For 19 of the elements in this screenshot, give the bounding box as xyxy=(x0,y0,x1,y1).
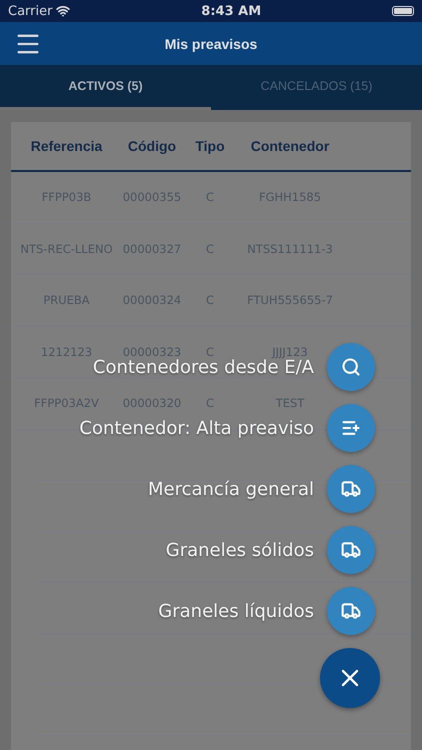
action-label[interactable]: Graneles sólidos xyxy=(166,540,314,560)
battery-icon xyxy=(392,6,414,16)
screen-title: Mis preavisos xyxy=(164,36,258,52)
action-label[interactable]: Mercancía general xyxy=(148,478,314,500)
column-header: Código xyxy=(126,138,178,154)
column-header: Referencia xyxy=(30,138,104,154)
action-label[interactable]: Contenedores desde E/A xyxy=(92,356,314,378)
action-label[interactable]: Contenedor: Alta preaviso xyxy=(79,418,314,438)
column-header: Tipo xyxy=(194,138,226,154)
action-label[interactable]: Graneles líquidos xyxy=(158,600,314,622)
truck-icon xyxy=(341,601,361,621)
search-icon xyxy=(341,357,361,377)
carrier-label: Carrier xyxy=(8,4,52,18)
truck-icon xyxy=(341,479,361,499)
column-header: Contenedor xyxy=(250,138,330,154)
truck-icon xyxy=(341,540,361,560)
list-add-icon xyxy=(341,418,361,438)
wifi-icon xyxy=(56,4,70,18)
status-time: 8:43 AM xyxy=(201,4,262,18)
